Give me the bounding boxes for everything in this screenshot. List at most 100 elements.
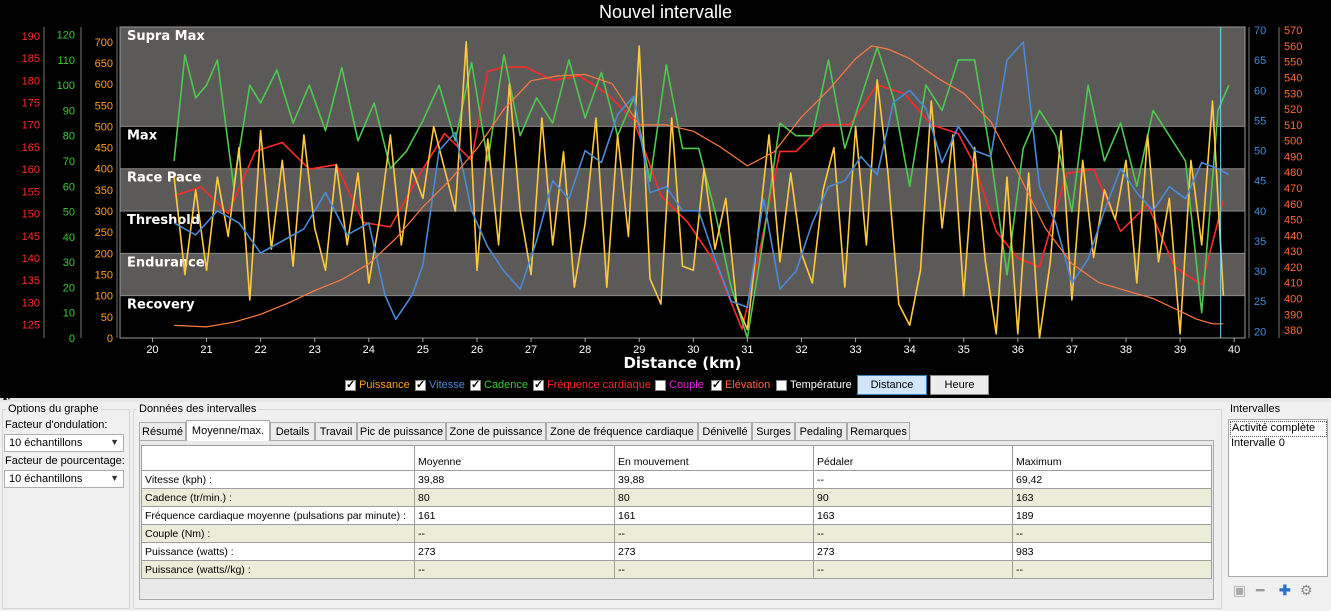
table-cell: -- — [1012, 524, 1212, 543]
table-cell: Fréquence cardiaque moyenne (pulsations … — [141, 506, 415, 525]
vitesse-checkbox[interactable] — [415, 378, 426, 391]
legend-elevation[interactable]: Elévation — [711, 378, 770, 392]
axis-tick-label: 165 — [22, 142, 40, 154]
splitter[interactable] — [0, 398, 1331, 402]
axis-tick-label: 125 — [22, 320, 40, 332]
add-interval-icon[interactable]: ✚ — [1279, 583, 1291, 597]
axis-tick-label: 250 — [95, 227, 113, 239]
table-row: Fréquence cardiaque moyenne (pulsations … — [141, 506, 1212, 525]
legend-label: Cadence — [484, 379, 529, 391]
interval-item-0[interactable]: Intervalle 0 — [1230, 437, 1285, 451]
table-cell: -- — [614, 560, 814, 579]
legend-temperature[interactable]: Température — [776, 378, 852, 392]
chart-title: Nouvel intervalle — [598, 2, 733, 22]
zone-label: Supra Max — [127, 29, 205, 44]
tab-surges[interactable]: Surges — [752, 422, 795, 440]
tab-moyenne-max[interactable]: Moyenne/max. — [186, 420, 270, 441]
legend-label: Vitesse — [429, 379, 465, 391]
x-tick-label: 34 — [904, 344, 916, 356]
legend-frequence-cardiaque[interactable]: Fréquence cardiaque — [533, 378, 651, 392]
tab-details[interactable]: Details — [270, 422, 315, 440]
axis-tick-label: 40 — [1254, 206, 1266, 218]
axis-tick-label: 175 — [22, 98, 40, 110]
tab-pic-de-puissance[interactable]: Pic de puissance — [357, 422, 446, 440]
table-cell: -- — [813, 560, 1013, 579]
axis-tick-label: 145 — [22, 231, 40, 243]
x-tick-label: 39 — [1174, 344, 1186, 356]
axis-tick-label: 20 — [1254, 326, 1266, 338]
x-axis-label: Distance (km) — [623, 354, 741, 372]
axis-tick-label: 30 — [1254, 266, 1266, 278]
axis-tick-label: 100 — [95, 291, 113, 303]
puissance-checkbox[interactable] — [345, 378, 356, 391]
intervals-list[interactable]: Activité complète Intervalle 0 — [1228, 419, 1328, 577]
splitter-arrows-icon[interactable]: ▴▾ — [3, 394, 11, 402]
x-tick-label: 24 — [363, 344, 375, 356]
axis-tick-label: 70 — [1254, 25, 1266, 37]
interval-item-activite-complete[interactable]: Activité complète — [1230, 421, 1327, 437]
axis-tick-label: 560 — [1284, 41, 1302, 53]
heure-button[interactable]: Heure — [930, 375, 989, 395]
legend-label: Fréquence cardiaque — [547, 379, 651, 391]
couple-checkbox[interactable] — [655, 379, 666, 391]
table-header: Pédaler — [813, 445, 1013, 471]
tab-denivelle[interactable]: Dénivellé — [698, 422, 752, 440]
x-tick-label: 22 — [255, 344, 267, 356]
axis-tick-label: 130 — [22, 297, 40, 309]
smoothing-value: 10 échantillons — [9, 437, 83, 449]
settings-interval-icon[interactable]: ⚙ — [1300, 583, 1313, 597]
axis-tick-label: 480 — [1284, 167, 1302, 179]
percent-select[interactable]: 10 échantillons ▼ — [4, 470, 124, 488]
legend-cadence[interactable]: Cadence — [470, 378, 528, 392]
axis-tick-label: 150 — [22, 209, 40, 221]
axis-tick-label: 60 — [63, 181, 75, 193]
tab-zone-frequence-cardiaque[interactable]: Zone de fréquence cardiaque — [546, 422, 698, 440]
axis-tick-label: 155 — [22, 186, 40, 198]
x-tick-label: 26 — [471, 344, 483, 356]
edit-interval-icon[interactable]: ▣ — [1233, 583, 1246, 597]
cadence-checkbox[interactable] — [470, 378, 481, 391]
tab-zone-de-puissance[interactable]: Zone de puissance — [446, 422, 546, 440]
table-cell: 163 — [1012, 488, 1212, 507]
smoothing-select[interactable]: 10 échantillons ▼ — [4, 434, 124, 452]
table-cell: 161 — [414, 506, 615, 525]
temperature-checkbox[interactable] — [776, 379, 787, 391]
chevron-down-icon: ▼ — [110, 473, 119, 483]
axis-tick-label: 500 — [1284, 136, 1302, 148]
tab-travail[interactable]: Travail — [315, 422, 357, 440]
axis-tick-label: 400 — [1284, 294, 1302, 306]
axis-tick-label: 170 — [22, 120, 40, 132]
axis-tick-label: 440 — [1284, 230, 1302, 242]
axis-tick-label: 35 — [1254, 236, 1266, 248]
distance-button[interactable]: Distance — [857, 375, 927, 395]
legend-puissance[interactable]: Puissance — [345, 378, 410, 392]
axis-tick-label: 60 — [1254, 85, 1266, 97]
axis-tick-label: 470 — [1284, 183, 1302, 195]
table-cell: 273 — [614, 542, 814, 561]
axis-tick-label: 600 — [95, 79, 113, 91]
legend-couple[interactable]: Couple — [655, 378, 704, 392]
chart-area: Supra Max Max Race Pace Threshold Endurance R… — [0, 0, 1331, 398]
zone-label: Endurance — [127, 255, 205, 270]
axis-tick-label: 80 — [63, 131, 75, 143]
frequence-cardiaque-checkbox[interactable] — [533, 378, 544, 391]
axis-tick-label: 390 — [1284, 309, 1302, 321]
axis-tick-label: 70 — [63, 156, 75, 168]
tab-remarques[interactable]: Remarques — [847, 422, 910, 440]
table-cell: 39,88 — [614, 470, 814, 489]
remove-interval-icon[interactable]: ━ — [1256, 583, 1264, 597]
chevron-down-icon: ▼ — [110, 437, 119, 447]
smoothing-label: Facteur d'ondulation: — [5, 419, 108, 431]
axis-tick-label: 520 — [1284, 104, 1302, 116]
x-tick-label: 36 — [1012, 344, 1024, 356]
elevation-checkbox[interactable] — [711, 378, 722, 391]
tab-pedaling[interactable]: Pedaling — [795, 422, 847, 440]
legend-label: Couple — [669, 379, 704, 391]
table-cell: 273 — [813, 542, 1013, 561]
axis-tick-label: 350 — [95, 185, 113, 197]
legend-vitesse[interactable]: Vitesse — [415, 378, 465, 392]
axis-tick-label: 120 — [57, 30, 75, 42]
tab-resume[interactable]: Résumé — [139, 422, 186, 440]
x-tick-label: 31 — [741, 344, 753, 356]
axis-tick-label: 160 — [22, 164, 40, 176]
